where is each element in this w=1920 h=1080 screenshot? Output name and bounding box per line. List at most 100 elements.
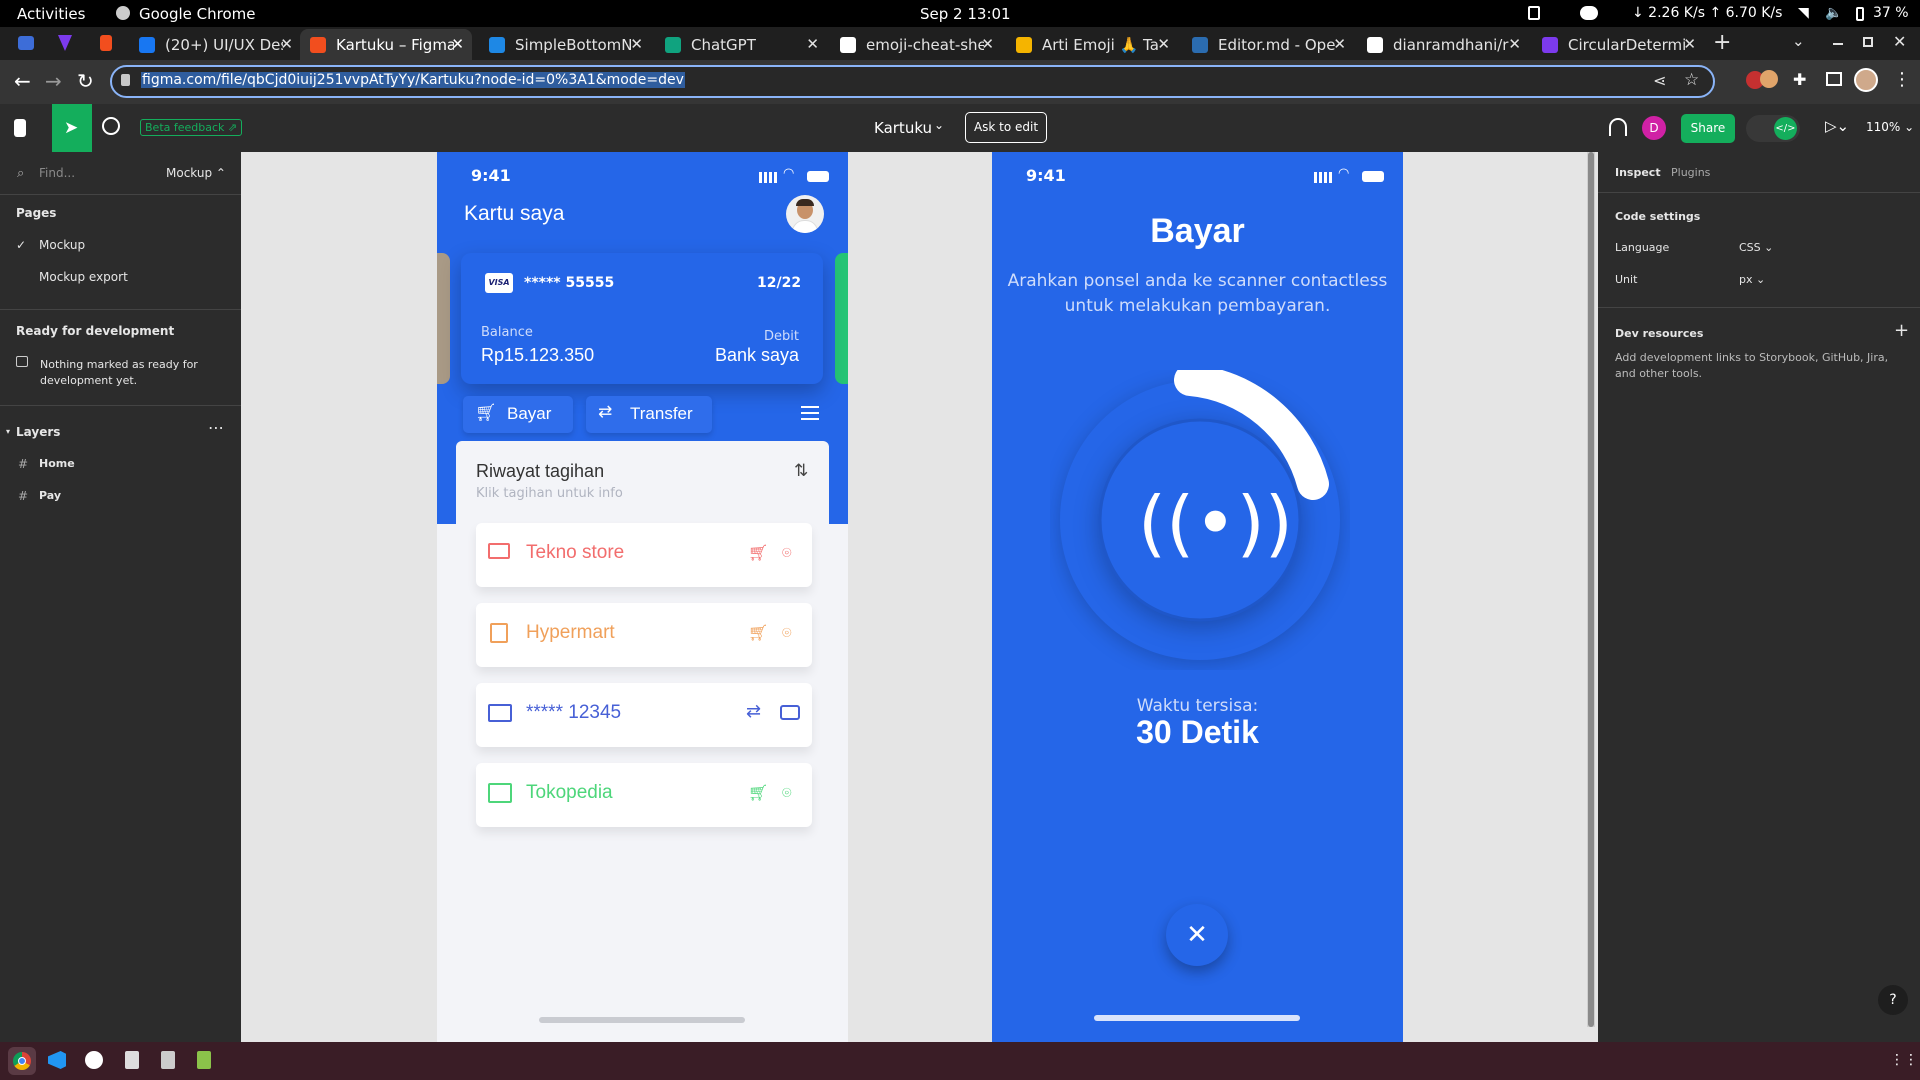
extension-icon-2[interactable] [1760, 70, 1778, 88]
tab-close-icon[interactable]: ✕ [1157, 35, 1170, 53]
figma-canvas[interactable]: 9:41 ◠ Kartu saya VISA ***** 55555 12/22… [241, 152, 1598, 1042]
canvas-scrollbar-thumb[interactable] [1588, 152, 1594, 1027]
bank-card[interactable]: VISA ***** 55555 12/22 Balance Rp15.123.… [461, 253, 823, 384]
tab-inspect[interactable]: Inspect [1615, 166, 1661, 179]
unit-select[interactable]: px ⌄ [1739, 273, 1765, 286]
figma-menu-icon[interactable] [14, 119, 26, 137]
layers-more-icon[interactable]: ⋯ [208, 418, 224, 437]
transaction-row[interactable]: Hypermart 🛒︎ ⌾ [476, 603, 812, 667]
transfer-button[interactable]: ⇄ Transfer [586, 396, 712, 433]
comment-icon[interactable] [102, 117, 120, 135]
ready-message: Nothing marked as ready for development … [40, 358, 198, 387]
tab-close-icon[interactable]: ✕ [1683, 35, 1696, 53]
profile-avatar[interactable] [1854, 68, 1878, 92]
tab-9[interactable]: CircularDetermi ✕ [1532, 29, 1704, 60]
ask-to-edit-button[interactable]: Ask to edit [965, 112, 1047, 143]
profile-avatar[interactable] [786, 195, 824, 233]
tab-close-icon[interactable]: ✕ [981, 35, 994, 53]
help-button[interactable]: ? [1878, 985, 1908, 1015]
maximize-icon[interactable] [1863, 37, 1873, 47]
files-dock-icon[interactable] [125, 1051, 139, 1069]
reload-icon[interactable]: ↻ [77, 69, 94, 93]
sort-icon[interactable]: ⇅ [794, 461, 808, 481]
tab-3[interactable]: SimpleBottomN ✕ [479, 29, 651, 60]
side-panel-icon[interactable] [1826, 72, 1842, 86]
home-frame[interactable]: 9:41 ◠ Kartu saya VISA ***** 55555 12/22… [437, 152, 848, 1042]
next-card[interactable] [835, 253, 848, 384]
tab-close-icon[interactable]: ✕ [1333, 35, 1346, 53]
pay-frame[interactable]: 9:41 ◠ Bayar Arahkan ponsel anda ke scan… [992, 152, 1403, 1042]
extensions-puzzle-icon[interactable]: ✚ [1793, 70, 1806, 89]
tab-plugins[interactable]: Plugins [1671, 166, 1710, 179]
tab-5[interactable]: emoji-cheat-she ✕ [830, 29, 1002, 60]
file-menu-chevron-icon[interactable]: ⌄ [934, 118, 944, 132]
pay-button[interactable]: 🛒︎ Bayar [463, 396, 573, 433]
clipboard-icon[interactable] [1528, 6, 1540, 20]
hamburger-menu-icon[interactable] [801, 406, 819, 420]
transaction-row[interactable]: Tekno store 🛒︎ ⌾ [476, 523, 812, 587]
tab-2[interactable]: Kartuku – Figma ✕ [300, 29, 472, 60]
find-input[interactable]: Find... [39, 166, 75, 180]
minimize-icon[interactable] [1833, 43, 1843, 45]
collapse-layers-icon[interactable]: ▾ [6, 427, 10, 436]
editor-dock-icon[interactable] [161, 1051, 175, 1069]
language-select[interactable]: CSS ⌄ [1739, 241, 1773, 254]
url-text[interactable]: figma.com/file/qbCjd0iuij251vvpAtTyYy/Ka… [141, 72, 685, 88]
present-play-icon[interactable]: ▷⌄ [1825, 117, 1849, 135]
tab-close-icon[interactable]: ✕ [280, 35, 293, 53]
page-selector[interactable]: Mockup ⌃ [166, 166, 226, 180]
cart-icon: 🛒︎ [475, 403, 497, 423]
tab-close-icon[interactable]: ✕ [806, 35, 819, 53]
pinned-tab-icon[interactable] [58, 35, 72, 51]
user-avatar[interactable]: D [1642, 116, 1666, 140]
cancel-close-button[interactable]: ✕ [1166, 904, 1228, 966]
tab-close-icon[interactable]: ✕ [630, 35, 643, 53]
page-item-mockup-export[interactable]: Mockup export [39, 270, 128, 284]
document-dock-icon[interactable] [197, 1051, 211, 1069]
tray-icon[interactable] [1580, 6, 1598, 20]
layer-item-pay[interactable]: Pay [39, 489, 61, 502]
transaction-row[interactable]: Tokopedia 🛒︎ ⌾ [476, 763, 812, 827]
app-grid-icon[interactable]: ⋮⋮⋮ [1890, 1052, 1920, 1068]
bookmark-star-icon[interactable]: ☆ [1684, 70, 1699, 90]
tab-1[interactable]: (20+) UI/UX Desi ✕ [129, 29, 301, 60]
tab-6[interactable]: Arti Emoji 🙏 Ta ✕ [1006, 29, 1178, 60]
app-dock-icon[interactable] [85, 1051, 103, 1069]
battery-icon[interactable] [1856, 7, 1864, 21]
beta-feedback-badge[interactable]: Beta feedback ⇗ [140, 119, 243, 136]
back-icon[interactable]: ← [14, 69, 31, 93]
menu-kebab-icon[interactable]: ⋮ [1893, 69, 1911, 90]
headphones-icon[interactable] [1609, 118, 1627, 136]
file-name[interactable]: Kartuku [874, 119, 932, 137]
pinned-figma-icon[interactable] [100, 35, 112, 51]
dev-mode-toggle[interactable]: </> [1746, 115, 1800, 142]
volume-icon[interactable]: 🔈 [1825, 5, 1842, 21]
clock[interactable]: Sep 2 13:01 [920, 5, 1011, 23]
page-item-mockup[interactable]: Mockup [39, 238, 85, 252]
prev-card[interactable] [437, 253, 450, 384]
tab-list-chevron-icon[interactable]: ⌄ [1792, 32, 1805, 50]
lock-icon[interactable] [121, 74, 130, 86]
layer-item-home[interactable]: Home [39, 457, 75, 470]
chrome-dock-icon[interactable] [8, 1047, 36, 1075]
add-resource-icon[interactable]: + [1894, 320, 1909, 341]
share-page-icon[interactable]: ⋖ [1653, 71, 1666, 90]
tab-search-icon[interactable] [18, 36, 34, 50]
location-pin-icon: ⌾ [782, 543, 792, 562]
new-tab-button[interactable]: + [1713, 30, 1731, 55]
app-name[interactable]: Google Chrome [139, 5, 256, 23]
share-button[interactable]: Share [1681, 114, 1735, 143]
move-tool[interactable]: ➤ [52, 104, 92, 152]
tab-8[interactable]: dianramdhani/r ✕ [1357, 29, 1529, 60]
zoom-level[interactable]: 110% ⌄ [1866, 120, 1914, 134]
tab-close-icon[interactable]: ✕ [451, 35, 464, 53]
tab-close-icon[interactable]: ✕ [1508, 35, 1521, 53]
wifi-icon[interactable]: ◥ [1798, 5, 1809, 21]
close-window-icon[interactable]: ✕ [1893, 32, 1906, 51]
transaction-row[interactable]: ***** 12345 ⇄ [476, 683, 812, 747]
tab-4[interactable]: ChatGPT ✕ [655, 29, 827, 60]
activities-button[interactable]: Activities [17, 5, 85, 23]
vscode-dock-icon[interactable] [48, 1051, 66, 1069]
forward-icon[interactable]: → [45, 69, 62, 93]
tab-7[interactable]: Editor.md - Ope ✕ [1182, 29, 1354, 60]
